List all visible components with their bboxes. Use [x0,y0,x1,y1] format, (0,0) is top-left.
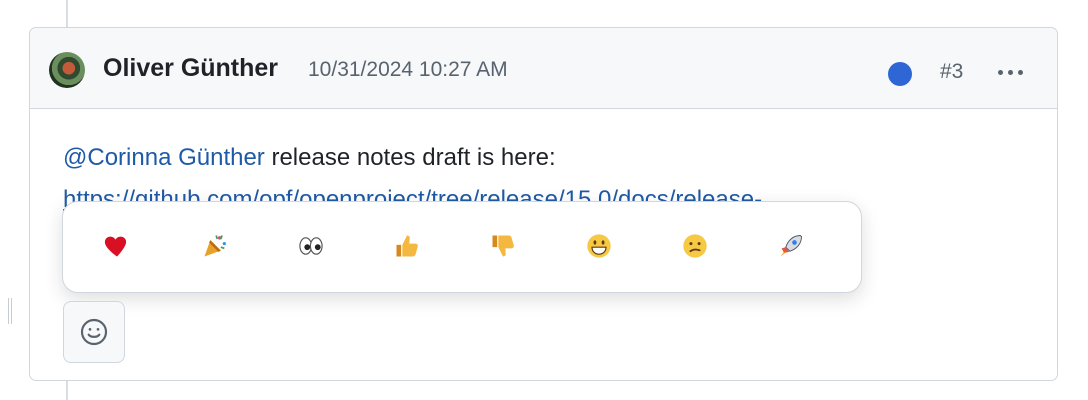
reaction-party[interactable] [189,222,241,270]
reaction-confused[interactable] [669,222,721,270]
add-reaction-button[interactable] [63,301,125,363]
resize-handle[interactable] [8,298,14,324]
grinning-face-icon [587,234,611,258]
reaction-picker-popover [62,201,862,293]
user-mention-link[interactable]: @Corinna Günther [63,144,265,171]
reaction-thumbs-down[interactable] [477,222,529,270]
rocket-icon [780,235,802,257]
comment-number[interactable]: #3 [940,60,963,84]
comment-author[interactable]: Oliver Günther [103,54,278,83]
reaction-smile[interactable] [573,222,625,270]
comment-body: @Corinna Günther release notes draft is … [63,144,556,172]
red-heart-icon [104,236,127,257]
reaction-eyes[interactable] [285,222,337,270]
reaction-thumbs-up[interactable] [381,222,433,270]
reaction-heart[interactable] [91,222,143,270]
thumbs-down-icon [492,235,514,257]
more-options-icon [997,69,1003,75]
thumbs-up-icon [396,235,418,257]
reaction-rocket[interactable] [765,222,817,270]
confused-face-icon [683,234,707,258]
comment-card: Oliver Günther 10/31/2024 10:27 AM #3 @C… [29,27,1058,381]
party-popper-icon [204,235,226,257]
comment-header: Oliver Günther 10/31/2024 10:27 AM #3 [30,28,1057,109]
comment-timestamp[interactable]: 10/31/2024 10:27 AM [308,58,508,82]
status-dot [888,62,912,86]
avatar[interactable] [49,52,85,88]
comment-text: release notes draft is here: [264,144,556,171]
eyes-icon [299,237,323,255]
more-options-button[interactable] [990,58,1030,86]
smiley-icon [80,318,108,346]
